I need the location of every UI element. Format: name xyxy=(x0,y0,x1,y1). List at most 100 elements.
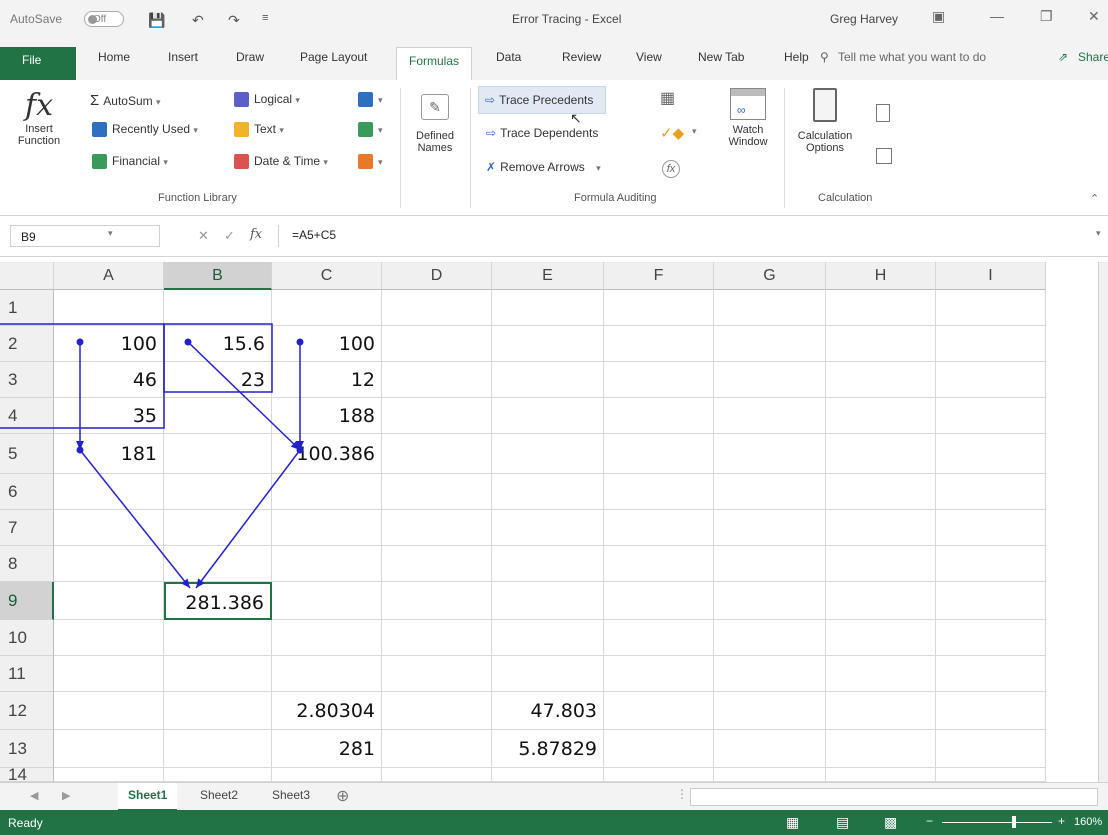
row-header-8[interactable]: 8 xyxy=(0,546,54,582)
cell-a4[interactable]: 35 xyxy=(54,398,164,434)
row-header-13[interactable]: 13 xyxy=(0,730,54,768)
calculation-options-button[interactable]: Calculation Options xyxy=(790,88,860,154)
autosave-toggle[interactable]: Off xyxy=(84,11,124,27)
cell-c10[interactable] xyxy=(272,620,382,656)
cell-d5[interactable] xyxy=(382,434,492,474)
scroll-tabs-right-icon[interactable]: ▶ xyxy=(62,789,70,802)
cell-c11[interactable] xyxy=(272,656,382,692)
page-break-preview-icon[interactable]: ▩ xyxy=(884,814,897,831)
cell-e13[interactable]: 5.87829 xyxy=(492,730,604,768)
cell-i9[interactable] xyxy=(936,582,1046,620)
cell-i11[interactable] xyxy=(936,656,1046,692)
cell-a3[interactable]: 46 xyxy=(54,362,164,398)
cell-f6[interactable] xyxy=(604,474,714,510)
column-header-b[interactable]: B xyxy=(164,262,272,290)
cell-e14[interactable] xyxy=(492,768,604,782)
cell-g2[interactable] xyxy=(714,326,826,362)
tab-data[interactable]: Data xyxy=(496,50,521,64)
tab-new-tab[interactable]: New Tab xyxy=(698,50,744,64)
save-icon[interactable]: 💾 xyxy=(148,12,165,29)
column-header-e[interactable]: E xyxy=(492,262,604,290)
cell-a13[interactable] xyxy=(54,730,164,768)
cell-d10[interactable] xyxy=(382,620,492,656)
cell-c5[interactable]: 100.386 xyxy=(272,434,382,474)
cell-g4[interactable] xyxy=(714,398,826,434)
new-sheet-icon[interactable]: ⊕ xyxy=(336,786,349,806)
cell-h5[interactable] xyxy=(826,434,936,474)
cell-e6[interactable] xyxy=(492,474,604,510)
expand-formula-bar-icon[interactable]: ▾ xyxy=(1096,228,1101,239)
cell-g12[interactable] xyxy=(714,692,826,730)
row-header-4[interactable]: 4 xyxy=(0,398,54,434)
scroll-tabs-left-icon[interactable]: ◀ xyxy=(30,789,38,802)
sheet-tab-sheet1[interactable]: Sheet1 xyxy=(118,783,178,811)
cell-e1[interactable] xyxy=(492,290,604,326)
watch-window-button[interactable]: ∞ Watch Window xyxy=(720,88,776,148)
cell-b1[interactable] xyxy=(164,290,272,326)
recently-used-button[interactable]: Recently Used ▾ xyxy=(92,122,198,138)
cell-c12[interactable]: 2.80304 xyxy=(272,692,382,730)
cell-h14[interactable] xyxy=(826,768,936,782)
cell-f13[interactable] xyxy=(604,730,714,768)
user-name[interactable]: Greg Harvey xyxy=(830,12,898,26)
customize-qat-icon[interactable]: ≡ xyxy=(262,12,268,24)
trace-precedents-button[interactable]: ⇨ Trace Precedents xyxy=(478,86,607,114)
cell-f14[interactable] xyxy=(604,768,714,782)
row-header-6[interactable]: 6 xyxy=(0,474,54,510)
zoom-slider-thumb[interactable] xyxy=(1012,816,1016,828)
row-header-7[interactable]: 7 xyxy=(0,510,54,546)
cell-a9[interactable] xyxy=(54,582,164,620)
row-header-1[interactable]: 1 xyxy=(0,290,54,326)
column-header-g[interactable]: G xyxy=(714,262,826,290)
cell-h7[interactable] xyxy=(826,510,936,546)
error-checking-dropdown[interactable]: ▾ xyxy=(692,126,697,137)
sheet-tab-sheet3[interactable]: Sheet3 xyxy=(262,783,320,809)
autosum-button[interactable]: Σ AutoSum ▾ xyxy=(90,92,161,109)
row-header-11[interactable]: 11 xyxy=(0,656,54,692)
cell-h8[interactable] xyxy=(826,546,936,582)
cell-e3[interactable] xyxy=(492,362,604,398)
cell-e2[interactable] xyxy=(492,326,604,362)
column-header-d[interactable]: D xyxy=(382,262,492,290)
cell-d12[interactable] xyxy=(382,692,492,730)
zoom-in-icon[interactable]: + xyxy=(1058,814,1065,828)
worksheet-grid[interactable]: ABCDEFGHI 1 2 3 4 5 6 7 8 9 10 11 12 13 14 100 15.6 100… xyxy=(0,262,1108,783)
cell-i5[interactable] xyxy=(936,434,1046,474)
cell-f11[interactable] xyxy=(604,656,714,692)
cell-h13[interactable] xyxy=(826,730,936,768)
cell-a14[interactable] xyxy=(54,768,164,782)
cell-c14[interactable] xyxy=(272,768,382,782)
ribbon-display-icon[interactable]: ▣ xyxy=(932,8,945,25)
cell-h10[interactable] xyxy=(826,620,936,656)
cell-i14[interactable] xyxy=(936,768,1046,782)
cell-g5[interactable] xyxy=(714,434,826,474)
tab-formulas[interactable]: Formulas xyxy=(396,47,472,80)
name-box[interactable]: B9 xyxy=(10,225,160,247)
date-time-button[interactable]: Date & Time ▾ xyxy=(234,154,328,170)
cell-i4[interactable] xyxy=(936,398,1046,434)
cell-a12[interactable] xyxy=(54,692,164,730)
cell-e5[interactable] xyxy=(492,434,604,474)
restore-icon[interactable]: ❐ xyxy=(1040,8,1053,25)
row-header-12[interactable]: 12 xyxy=(0,692,54,730)
cell-c7[interactable] xyxy=(272,510,382,546)
cell-g6[interactable] xyxy=(714,474,826,510)
cell-a5[interactable]: 181 xyxy=(54,434,164,474)
cell-b12[interactable] xyxy=(164,692,272,730)
cell-h12[interactable] xyxy=(826,692,936,730)
normal-view-icon[interactable]: ▦ xyxy=(786,814,799,831)
undo-icon[interactable]: ↶ xyxy=(192,12,204,29)
more-functions-button[interactable]: ▾ xyxy=(358,154,383,170)
cell-c6[interactable] xyxy=(272,474,382,510)
cell-g3[interactable] xyxy=(714,362,826,398)
cell-d6[interactable] xyxy=(382,474,492,510)
column-header-h[interactable]: H xyxy=(826,262,936,290)
cell-g1[interactable] xyxy=(714,290,826,326)
name-box-dropdown-icon[interactable]: ▾ xyxy=(108,228,113,239)
formula-input[interactable]: =A5+C5 xyxy=(292,228,336,242)
zoom-slider[interactable] xyxy=(942,822,1052,823)
column-header-f[interactable]: F xyxy=(604,262,714,290)
minimize-icon[interactable]: — xyxy=(990,8,1004,24)
cell-g14[interactable] xyxy=(714,768,826,782)
tell-me-box[interactable]: Tell me what you want to do xyxy=(838,50,986,64)
